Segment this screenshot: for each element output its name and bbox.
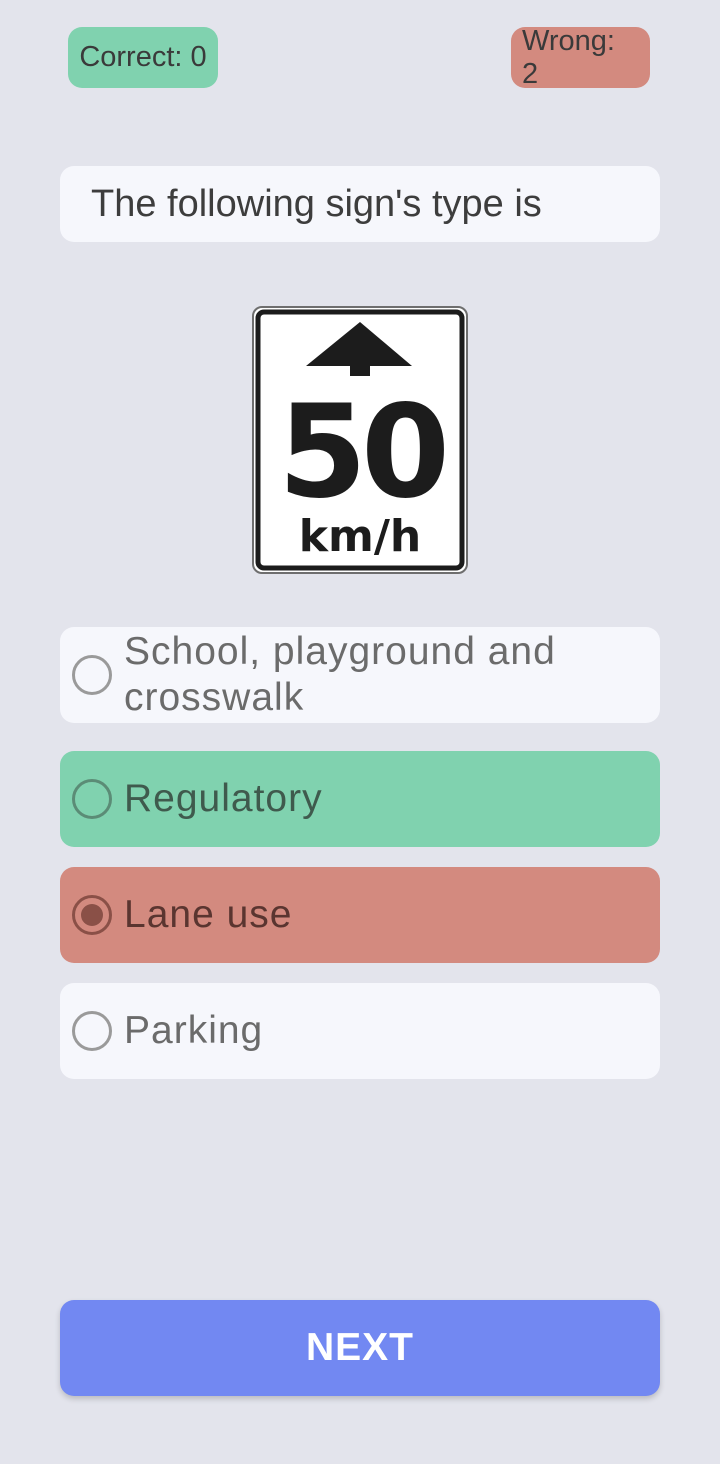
radio-button[interactable]: [72, 655, 112, 695]
question-text: The following sign's type is: [60, 166, 660, 242]
sign-speed-unit: km/h: [299, 511, 422, 562]
answer-option-parking[interactable]: Parking: [60, 983, 660, 1079]
answer-option-regulatory[interactable]: Regulatory: [60, 751, 660, 847]
answer-option-label: School, playground and crosswalk: [124, 630, 556, 719]
correct-count-badge: Correct: 0: [68, 27, 218, 88]
wrong-count-badge: Wrong: 2: [511, 25, 650, 90]
radio-button-selected[interactable]: [72, 895, 112, 935]
answer-option-school-playground-crosswalk[interactable]: School, playground and crosswalk: [60, 627, 660, 723]
answer-option-label: Regulatory: [124, 777, 323, 820]
answer-option-label: Parking: [124, 1009, 264, 1052]
answer-option-label: Lane use: [124, 893, 293, 936]
sign-speed-value: 50: [278, 378, 444, 527]
radio-button[interactable]: [72, 1011, 112, 1051]
next-button[interactable]: NEXT: [60, 1300, 660, 1396]
road-sign-image: 50 km/h: [252, 306, 468, 574]
radio-button[interactable]: [72, 779, 112, 819]
answer-option-lane-use[interactable]: Lane use: [60, 867, 660, 963]
